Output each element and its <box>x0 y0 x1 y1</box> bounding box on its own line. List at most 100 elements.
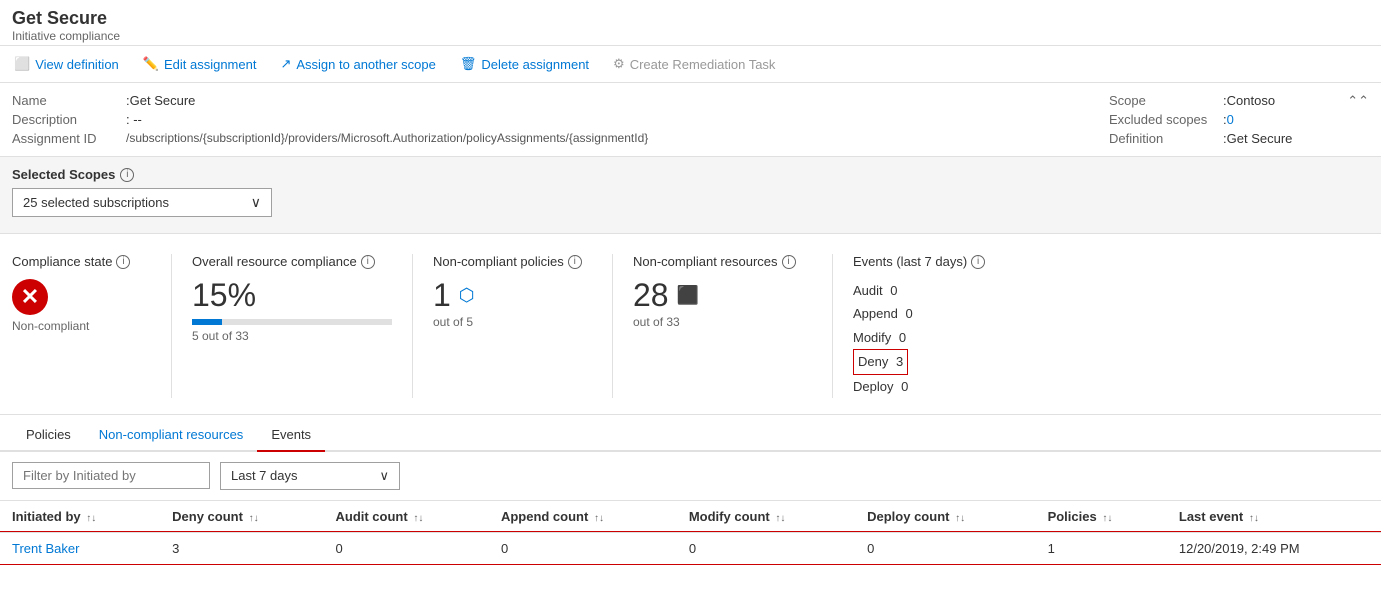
delete-assignment-button[interactable]: 🗑 Delete assignment <box>458 52 591 76</box>
compliance-state-info-icon[interactable]: i <box>116 255 130 269</box>
table-header-row: Initiated by ↑↓ Deny count ↑↓ Audit coun… <box>0 501 1381 533</box>
overall-compliance-percent: 15% <box>192 279 392 311</box>
col-deny-count: Deny count ↑↓ <box>160 501 323 533</box>
metrics-section: Compliance state i ✕ Non-compliant Overa… <box>0 234 1381 415</box>
description-label: Description <box>12 112 122 127</box>
name-row: Name : Get Secure <box>12 93 1089 108</box>
description-value: : -- <box>126 112 142 127</box>
events-info-icon[interactable]: i <box>971 255 985 269</box>
assignment-id-label: Assignment ID <box>12 131 122 146</box>
non-compliant-resources-info-icon[interactable]: i <box>782 255 796 269</box>
cell-initiated-by: Trent Baker <box>0 532 160 564</box>
description-row: Description : -- <box>12 112 1089 127</box>
col-audit-count: Audit count ↑↓ <box>323 501 488 533</box>
cell-deploy-count: 0 <box>855 532 1035 564</box>
tab-policies[interactable]: Policies <box>12 419 85 452</box>
scopes-info-icon[interactable]: i <box>120 168 134 182</box>
deploy-row: Deploy 0 <box>853 375 1349 398</box>
col-modify-count: Modify count ↑↓ <box>677 501 855 533</box>
events-metric: Events (last 7 days) i Audit 0 Append 0 … <box>853 254 1369 398</box>
tab-events[interactable]: Events <box>257 419 325 452</box>
scopes-dropdown[interactable]: 25 selected subscriptions ∨ <box>12 188 272 217</box>
col-last-event: Last event ↑↓ <box>1167 501 1381 533</box>
excluded-scopes-row: Excluded scopes : 0 <box>1109 112 1369 127</box>
scope-value: Contoso <box>1227 93 1275 108</box>
view-definition-icon: ⬜ <box>14 56 30 72</box>
cell-last-event: 12/20/2019, 2:49 PM <box>1167 532 1381 564</box>
assignment-id-value: /subscriptions/{subscriptionId}/provider… <box>126 131 648 146</box>
col-initiated-by: Initiated by ↑↓ <box>0 501 160 533</box>
non-compliant-policies-info-icon[interactable]: i <box>568 255 582 269</box>
assign-scope-icon: ↗ <box>280 56 291 72</box>
definition-row: Definition : Get Secure <box>1109 131 1369 146</box>
collapse-button[interactable]: ⌃⌃ <box>1347 93 1369 109</box>
append-row: Append 0 <box>853 302 1349 325</box>
view-definition-button[interactable]: ⬜ View definition <box>12 52 121 76</box>
cell-deny-count: 3 <box>160 532 323 564</box>
tabs-section: Policies Non-compliant resources Events <box>0 419 1381 452</box>
policy-icon: ⬡ <box>459 285 475 306</box>
filter-initiated-by-input[interactable] <box>12 462 210 489</box>
time-filter-dropdown[interactable]: Last 7 days ∨ <box>220 462 400 490</box>
sort-append-count-icon[interactable]: ↑↓ <box>594 513 604 524</box>
trent-baker-link[interactable]: Trent Baker <box>12 541 79 556</box>
tab-non-compliant[interactable]: Non-compliant resources <box>85 419 258 452</box>
info-left: Name : Get Secure Description : -- Assig… <box>12 93 1089 150</box>
edit-icon: ✏️ <box>143 56 159 72</box>
remediation-icon: ⚙ <box>613 56 625 72</box>
non-compliant-policies-detail: out of 5 <box>433 315 592 329</box>
sort-last-event-icon[interactable]: ↑↓ <box>1249 513 1259 524</box>
overall-compliance-info-icon[interactable]: i <box>361 255 375 269</box>
scopes-chevron-icon: ∨ <box>251 194 261 211</box>
delete-icon: 🗑 <box>460 56 477 72</box>
non-compliant-policies-metric: Non-compliant policies i 1 ⬡ out of 5 <box>433 254 613 398</box>
assign-scope-button[interactable]: ↗ Assign to another scope <box>278 52 437 76</box>
scopes-section: Selected Scopes i 25 selected subscripti… <box>0 157 1381 234</box>
page-title: Get Secure Initiative compliance <box>0 0 1381 45</box>
definition-value: Get Secure <box>1227 131 1293 146</box>
filter-bar: Last 7 days ∨ <box>0 452 1381 501</box>
scope-label: Scope <box>1109 93 1219 108</box>
excluded-scopes-value[interactable]: 0 <box>1227 112 1234 127</box>
non-compliant-resources-detail: out of 33 <box>633 315 812 329</box>
overall-compliance-detail: 5 out of 33 <box>192 329 392 343</box>
excluded-scopes-label: Excluded scopes <box>1109 112 1219 127</box>
audit-row: Audit 0 <box>853 279 1349 302</box>
resources-cube-icon: ⬛ <box>677 285 699 306</box>
col-append-count: Append count ↑↓ <box>489 501 677 533</box>
non-compliant-icon: ✕ <box>12 279 48 315</box>
sort-audit-count-icon[interactable]: ↑↓ <box>413 513 423 524</box>
col-deploy-count: Deploy count ↑↓ <box>855 501 1035 533</box>
table-row: Trent Baker 3 0 0 0 0 1 12/20/2019, 2:49… <box>0 532 1381 564</box>
non-compliant-policies-count: 1 <box>433 279 451 311</box>
events-list: Audit 0 Append 0 Modify 0 Deny 3 Deploy … <box>853 279 1349 398</box>
toolbar: ⬜ View definition ✏️ Edit assignment ↗ A… <box>0 45 1381 83</box>
definition-label: Definition <box>1109 131 1219 146</box>
create-remediation-button[interactable]: ⚙ Create Remediation Task <box>611 52 777 76</box>
assignment-id-row: Assignment ID /subscriptions/{subscripti… <box>12 131 1089 146</box>
compliance-state-metric: Compliance state i ✕ Non-compliant <box>12 254 172 398</box>
compliance-progress-fill <box>192 319 222 325</box>
scope-row: Scope : Contoso <box>1109 93 1369 108</box>
cell-append-count: 0 <box>489 532 677 564</box>
sort-modify-count-icon[interactable]: ↑↓ <box>775 513 785 524</box>
sort-initiated-by-icon[interactable]: ↑↓ <box>86 513 96 524</box>
cell-audit-count: 0 <box>323 532 488 564</box>
compliance-progress-bar <box>192 319 392 325</box>
name-label: Name <box>12 93 122 108</box>
sort-deploy-count-icon[interactable]: ↑↓ <box>955 513 965 524</box>
non-compliant-resources-count: 28 <box>633 279 669 311</box>
events-table: Initiated by ↑↓ Deny count ↑↓ Audit coun… <box>0 501 1381 565</box>
edit-assignment-button[interactable]: ✏️ Edit assignment <box>141 52 259 76</box>
name-value: Get Secure <box>130 93 196 108</box>
non-compliant-resources-metric: Non-compliant resources i 28 ⬛ out of 33 <box>633 254 833 398</box>
time-filter-chevron-icon: ∨ <box>379 468 389 484</box>
modify-row: Modify 0 <box>853 326 1349 349</box>
col-policies: Policies ↑↓ <box>1036 501 1167 533</box>
compliance-state-value: Non-compliant <box>12 319 151 333</box>
scopes-label: Selected Scopes <box>12 167 115 182</box>
overall-compliance-metric: Overall resource compliance i 15% 5 out … <box>192 254 413 398</box>
sort-policies-icon[interactable]: ↑↓ <box>1102 513 1112 524</box>
sort-deny-count-icon[interactable]: ↑↓ <box>249 513 259 524</box>
deny-row: Deny 3 <box>853 349 1349 374</box>
